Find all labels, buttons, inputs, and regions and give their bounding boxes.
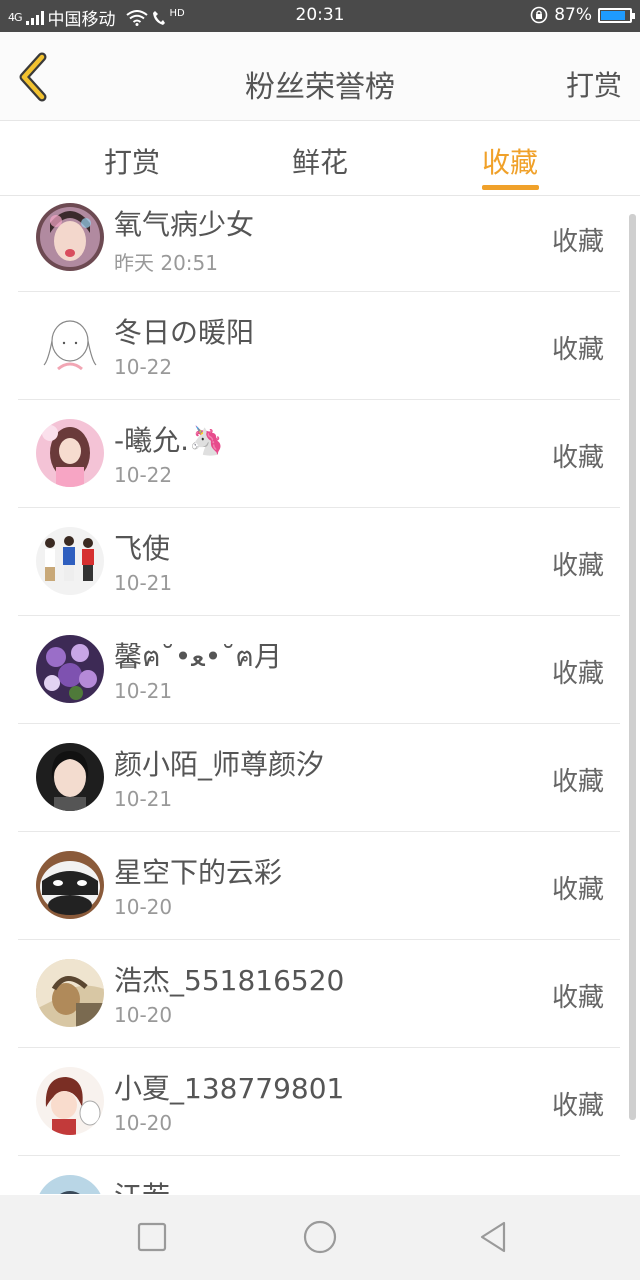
fan-date: 10-21 (114, 571, 173, 595)
avatar (36, 527, 104, 595)
battery-icon (598, 7, 635, 23)
favorite-button[interactable]: 收藏 (552, 221, 604, 258)
fan-date: 10-21 (114, 787, 173, 811)
avatar (36, 959, 104, 1027)
fan-name: 氧气病少女 (114, 208, 255, 241)
fan-date: 10-22 (114, 355, 173, 379)
avatar (36, 851, 104, 919)
fan-date: 10-20 (114, 1111, 173, 1135)
back-nav-button[interactable] (474, 1217, 514, 1257)
rotation-lock-icon (530, 6, 548, 24)
back-icon (480, 1221, 506, 1253)
favorite-button[interactable]: 收藏 (552, 869, 604, 906)
fan-date: 10-20 (114, 895, 173, 919)
fan-name: 星空下的云彩 (114, 856, 283, 889)
avatar (36, 419, 104, 487)
list-item[interactable]: 氧气病少女 昨天 20:51 收藏 (18, 196, 620, 292)
list-item[interactable]: 颜小陌_师尊颜汐 10-21 收藏 (18, 723, 620, 832)
tip-button[interactable]: 打赏 (566, 64, 622, 104)
favorite-button[interactable]: 收藏 (552, 977, 604, 1014)
fan-date: 10-22 (114, 463, 173, 487)
tab-bar: 打赏 鲜花 收藏 (0, 121, 640, 196)
favorite-button[interactable]: 收藏 (552, 653, 604, 690)
app-header: 粉丝荣誉榜 打赏 (0, 32, 640, 121)
fan-name: -曦允.🦄 (114, 424, 224, 457)
active-tab-indicator (482, 185, 539, 190)
avatar (36, 1067, 104, 1135)
status-bar: 4G 中国移动 HD 20:31 87% (0, 0, 640, 32)
favorite-button[interactable]: 收藏 (552, 1085, 604, 1122)
list-item[interactable]: 浩杰_551816520 10-20 收藏 (18, 939, 620, 1048)
fan-name: 飞使 (114, 532, 171, 565)
battery-percent: 87% (554, 5, 592, 25)
fan-name: 浩杰_551816520 (114, 964, 345, 997)
avatar (36, 1175, 104, 1194)
scrollbar[interactable] (629, 214, 636, 1120)
fan-list: 氧气病少女 昨天 20:51 收藏 冬日の暖阳 10-22 收藏 -曦允.🦄 1… (0, 196, 640, 1194)
list-item[interactable]: 飞使 10-21 收藏 (18, 507, 620, 616)
recent-apps-button[interactable] (132, 1217, 172, 1257)
fan-date: 10-21 (114, 679, 173, 703)
list-item[interactable]: 馨ฅ˘•ﻌ•˘ฅ月 10-21 收藏 (18, 615, 620, 724)
tab-flowers[interactable]: 鲜花 (292, 141, 348, 181)
list-item[interactable]: 小夏_138779801 10-20 收藏 (18, 1047, 620, 1156)
fan-date: 昨天 20:51 (114, 251, 218, 275)
favorite-button[interactable]: 收藏 (552, 437, 604, 474)
system-nav-bar (0, 1195, 640, 1280)
home-button[interactable] (300, 1217, 340, 1257)
list-item[interactable]: 江若 (18, 1155, 620, 1194)
avatar (36, 743, 104, 811)
list-item[interactable]: -曦允.🦄 10-22 收藏 (18, 399, 620, 508)
tab-tips[interactable]: 打赏 (104, 141, 160, 181)
tab-favorites[interactable]: 收藏 (482, 141, 538, 181)
battery-level (601, 10, 626, 20)
recent-apps-icon (137, 1222, 167, 1252)
fan-name: 冬日の暖阳 (114, 316, 255, 349)
list-item[interactable]: 星空下的云彩 10-20 收藏 (18, 831, 620, 940)
home-icon (303, 1220, 337, 1254)
fan-name: 颜小陌_师尊颜汐 (114, 748, 325, 781)
avatar (36, 203, 104, 271)
fan-name: 馨ฅ˘•ﻌ•˘ฅ月 (114, 640, 283, 673)
avatar (36, 635, 104, 703)
favorite-button[interactable]: 收藏 (552, 329, 604, 366)
status-right: 87% (530, 5, 635, 25)
fan-date: 10-20 (114, 1003, 173, 1027)
favorite-button[interactable]: 收藏 (552, 761, 604, 798)
favorite-button[interactable]: 收藏 (552, 545, 604, 582)
fan-name: 江若 (114, 1175, 170, 1194)
fan-name: 小夏_138779801 (114, 1072, 345, 1105)
avatar (36, 311, 104, 379)
page-title: 粉丝荣誉榜 (245, 70, 395, 105)
list-item[interactable]: 冬日の暖阳 10-22 收藏 (18, 291, 620, 400)
